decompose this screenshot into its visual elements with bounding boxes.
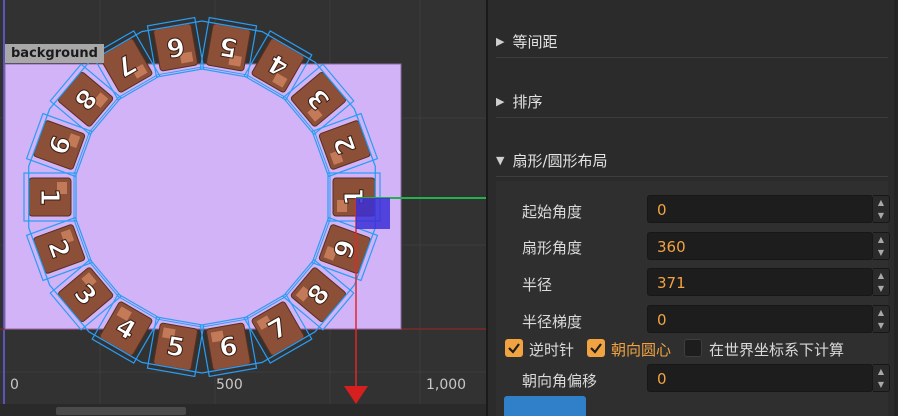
panel-scrollbar[interactable] xyxy=(894,0,898,416)
ruler-label-1000: 1,000 xyxy=(426,377,467,393)
stepper-down-icon[interactable]: ▼ xyxy=(873,246,889,259)
stepper-up-icon[interactable]: ▲ xyxy=(873,196,889,209)
radius-step-input[interactable]: 0 xyxy=(647,305,873,333)
stepper-down-icon[interactable]: ▼ xyxy=(873,378,889,391)
card-1[interactable]: 1 xyxy=(23,172,77,222)
sector-angle-label: 扇形角度 xyxy=(522,239,583,257)
start-angle-input[interactable]: 0 xyxy=(647,195,873,223)
gizmo-handle xyxy=(356,198,390,229)
radius-stepper[interactable]: ▲ ▼ xyxy=(873,268,890,296)
scene-viewport[interactable]: 123456789123456789 background 0 500 1,00… xyxy=(0,0,486,416)
radius-step-label: 半径梯度 xyxy=(522,313,583,331)
section-title: 等间距 xyxy=(512,32,558,51)
section-fan-circle-layout[interactable]: ▼ 扇形/圆形布局 xyxy=(496,144,888,177)
stepper-down-icon[interactable]: ▼ xyxy=(873,209,889,222)
stepper-up-icon[interactable]: ▲ xyxy=(873,306,889,319)
horizontal-scrollbar[interactable] xyxy=(0,404,486,416)
expand-arrow-icon: ▶ xyxy=(496,94,505,108)
collapse-arrow-icon: ▼ xyxy=(496,153,505,167)
checkmark-icon xyxy=(590,343,602,354)
stepper-up-icon[interactable]: ▲ xyxy=(873,233,889,246)
radius-label: 半径 xyxy=(522,276,553,294)
ruler-label-0: 0 xyxy=(10,377,19,393)
stepper-down-icon[interactable]: ▼ xyxy=(873,282,889,295)
gizmo-arrow xyxy=(344,386,368,404)
counterclockwise-label[interactable]: 逆时针 xyxy=(529,339,574,360)
start-angle-stepper[interactable]: ▲ ▼ xyxy=(873,195,890,223)
section-equal-spacing[interactable]: ▶ 等间距 xyxy=(496,25,888,58)
face-center-label[interactable]: 朝向圆心 xyxy=(611,339,671,360)
scrollbar-thumb[interactable] xyxy=(56,407,186,415)
world-coords-label[interactable]: 在世界坐标系下计算 xyxy=(709,339,844,360)
stepper-up-icon[interactable]: ▲ xyxy=(873,365,889,378)
stepper-down-icon[interactable]: ▼ xyxy=(873,319,889,332)
node-label: background xyxy=(5,44,104,63)
checkmark-icon xyxy=(508,343,520,354)
section-title: 扇形/圆形布局 xyxy=(512,151,608,170)
section-title: 排序 xyxy=(512,92,543,111)
face-center-checkbox[interactable] xyxy=(587,339,605,357)
counterclockwise-checkbox[interactable] xyxy=(505,339,523,357)
facing-offset-label: 朝向角偏移 xyxy=(522,372,598,390)
stepper-up-icon[interactable]: ▲ xyxy=(873,269,889,282)
expand-arrow-icon: ▶ xyxy=(496,34,505,48)
facing-offset-stepper[interactable]: ▲ ▼ xyxy=(873,364,890,392)
world-coords-checkbox[interactable] xyxy=(684,339,702,357)
bottom-action-button[interactable] xyxy=(504,396,586,416)
radius-input[interactable]: 371 xyxy=(647,268,873,296)
facing-offset-input[interactable]: 0 xyxy=(647,364,873,392)
sector-angle-input[interactable]: 360 xyxy=(647,232,873,260)
sector-angle-stepper[interactable]: ▲ ▼ xyxy=(873,232,890,260)
ruler-label-500: 500 xyxy=(216,377,243,393)
section-sort[interactable]: ▶ 排序 xyxy=(496,85,888,118)
radius-step-stepper[interactable]: ▲ ▼ xyxy=(873,305,890,333)
start-angle-label: 起始角度 xyxy=(522,203,583,221)
card-number: 1 xyxy=(34,188,64,206)
